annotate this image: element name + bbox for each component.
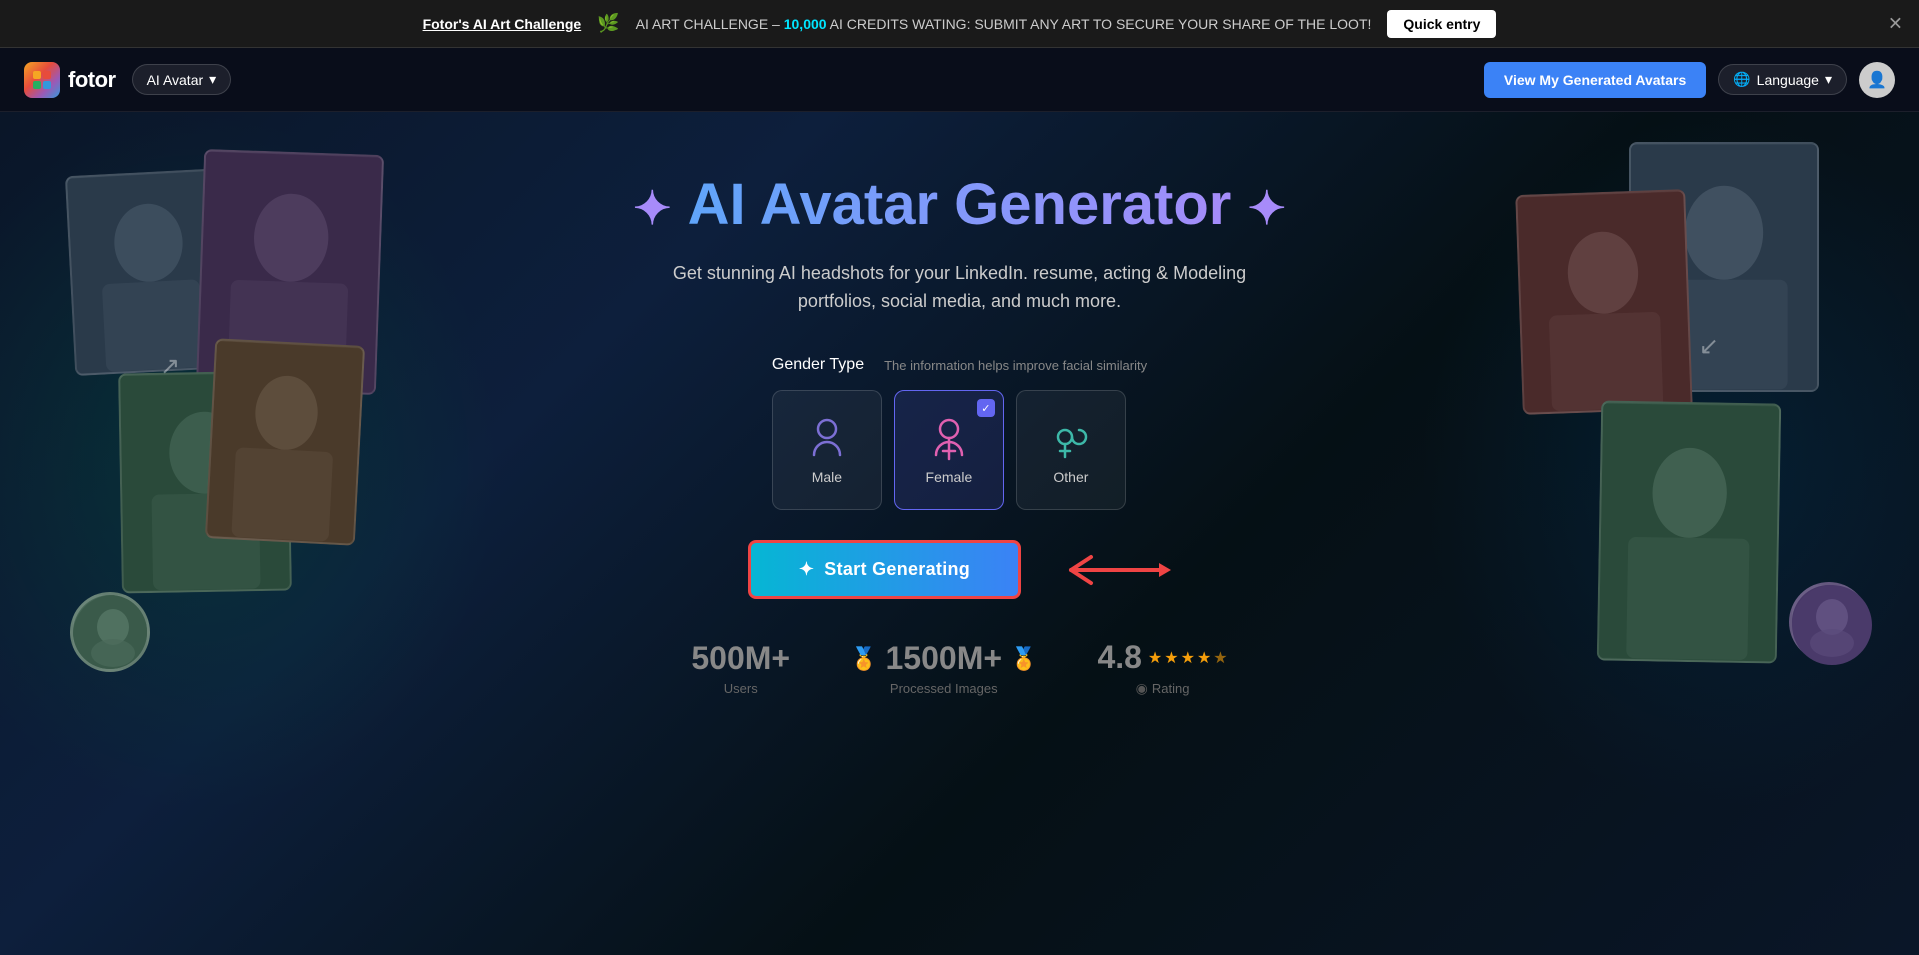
logo[interactable]: fotor [24,62,116,98]
header-right: View My Generated Avatars 🌐 Language ▾ 👤 [1484,62,1895,98]
top-banner: Fotor's AI Art Challenge 🌿 AI ART CHALLE… [0,0,1919,48]
gender-cards: Male ✓ Female [772,390,1126,510]
ai-avatar-label: AI Avatar [147,72,204,88]
globe-icon: 🌐 [1733,71,1750,88]
header-left: fotor AI Avatar ▾ [24,62,231,98]
stat-rating: 4.8 ★ ★ ★ ★ ★ ◉ Rating [1097,639,1227,697]
stats-row: 500M+ Users 🏅 1500M+ 🏅 Processed Images … [691,639,1227,697]
leaf-icon: 🌿 [597,13,619,34]
logo-text: fotor [68,67,116,93]
gender-header: Gender Type The information helps improv… [772,356,1147,374]
compass-icon: ◉ [1136,680,1148,697]
stat-users: 500M+ Users [691,640,790,696]
rating-label: Rating [1152,681,1190,696]
star-half: ★ [1213,648,1227,668]
laurel-right-icon: 🏅 [1010,646,1037,672]
star-rating: ★ ★ ★ ★ ★ [1148,648,1228,668]
center-content: ✦ AI Avatar Generator ✦ Get stunning AI … [0,112,1919,697]
rating-with-stars: 4.8 ★ ★ ★ ★ ★ [1097,639,1227,676]
gender-card-male[interactable]: Male [772,390,882,510]
star-3: ★ [1181,648,1195,668]
users-label: Users [724,681,758,696]
male-gender-icon [804,415,850,461]
star-1: ★ [1148,648,1162,668]
laurel-left-icon: 🏅 [850,646,877,672]
start-generating-container: ✦ Start Generating [748,540,1171,599]
wand-icon: ✦ [799,559,814,580]
images-with-icons: 🏅 1500M+ 🏅 [850,640,1037,677]
hero-subtitle: Get stunning AI headshots for your Linke… [660,259,1260,317]
challenge-link[interactable]: Fotor's AI Art Challenge [423,16,582,32]
gender-card-other[interactable]: Other [1016,390,1126,510]
star-4: ★ [1197,648,1211,668]
page-title: ✦ AI Avatar Generator ✦ [633,172,1286,239]
user-avatar[interactable]: 👤 [1859,62,1895,98]
female-selected-check: ✓ [977,399,995,417]
chevron-down-icon: ▾ [209,71,216,88]
sparkle-left-icon: ✦ [633,182,672,234]
language-selector[interactable]: 🌐 Language ▾ [1718,64,1847,95]
gender-hint-text: The information helps improve facial sim… [884,358,1147,373]
female-gender-icon [926,415,972,461]
main-content: ↗ [0,112,1919,955]
banner-description: AI ART CHALLENGE – 10,000 AI CREDITS WAT… [636,16,1372,32]
start-btn-label: Start Generating [824,559,970,580]
other-gender-label: Other [1053,469,1088,485]
rating-number: 4.8 [1097,639,1141,676]
quick-entry-button[interactable]: Quick entry [1387,10,1496,38]
male-gender-label: Male [812,469,842,485]
users-number: 500M+ [691,640,790,677]
header: fotor AI Avatar ▾ View My Generated Avat… [0,48,1919,112]
close-banner-button[interactable]: ✕ [1888,13,1903,34]
view-generated-avatars-button[interactable]: View My Generated Avatars [1484,62,1706,98]
stat-images: 🏅 1500M+ 🏅 Processed Images [850,640,1037,696]
credits-highlight: 10,000 [784,16,827,32]
chevron-down-icon: ▾ [1825,71,1832,88]
start-generating-button[interactable]: ✦ Start Generating [748,540,1021,599]
gender-type-section: Gender Type The information helps improv… [772,356,1147,510]
gender-type-label: Gender Type [772,356,864,374]
sparkle-right-icon: ✦ [1247,182,1286,234]
images-number: 1500M+ [886,640,1003,677]
arrow-indicator [1051,545,1171,595]
star-2: ★ [1164,648,1178,668]
female-gender-label: Female [926,469,973,485]
language-label: Language [1757,72,1819,88]
logo-icon [24,62,60,98]
ai-avatar-dropdown[interactable]: AI Avatar ▾ [132,64,232,95]
other-gender-icon [1048,415,1094,461]
images-label: Processed Images [890,681,998,696]
arrow-svg [1051,545,1171,595]
title-ai-text: AI Avatar Generator [688,172,1248,237]
gender-card-female[interactable]: ✓ Female [894,390,1004,510]
